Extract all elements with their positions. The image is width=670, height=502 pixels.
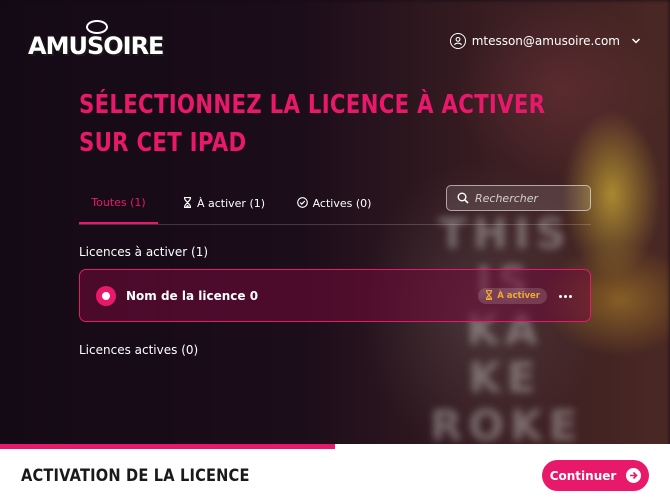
user-menu[interactable]: mtesson@amusoire.com	[449, 33, 642, 49]
user-circle-icon	[449, 33, 466, 49]
tab-to-activate-label: À activer (1)	[196, 197, 266, 210]
footer-title: ACTIVATION DE LA LICENCE	[21, 465, 250, 486]
logo-text: AMUSOIRE	[28, 32, 164, 60]
search-icon	[457, 189, 469, 208]
active-licenses-heading: Licences actives (0)	[79, 343, 199, 357]
hourglass-icon	[485, 289, 493, 303]
tab-active-licenses[interactable]: Actives (0)	[294, 183, 374, 224]
license-radio-selected[interactable]	[96, 285, 116, 306]
status-badge: À activer	[478, 288, 547, 304]
tab-all-label: Toutes (1)	[91, 196, 146, 209]
continue-button[interactable]: Continuer	[542, 460, 649, 491]
license-name: Nom de la licence 0	[126, 288, 259, 303]
footer-bar: ACTIVATION DE LA LICENCE Continuer	[0, 449, 670, 502]
continue-button-label: Continuer	[549, 468, 617, 483]
pending-licenses-heading: Licences à activer (1)	[79, 245, 209, 259]
chevron-down-icon	[630, 35, 642, 47]
more-options-icon[interactable]	[556, 287, 574, 305]
arrow-right-circle-icon	[626, 468, 642, 483]
tab-all[interactable]: Toutes (1)	[79, 183, 158, 224]
check-circle-icon	[296, 196, 308, 211]
page-title: SÉLECTIONNEZ LA LICENCE À ACTIVER SUR CE…	[79, 90, 546, 158]
search-input[interactable]	[475, 191, 585, 205]
license-card[interactable]: Nom de la licence 0 À activer	[79, 269, 591, 322]
search-box[interactable]	[446, 185, 591, 211]
tab-active-label: Actives (0)	[312, 197, 372, 210]
amusoire-logo: AMUSOIRE	[28, 20, 164, 66]
status-badge-label: À activer	[497, 291, 540, 301]
logo-decoration	[86, 20, 108, 34]
user-email: mtesson@amusoire.com	[471, 34, 620, 48]
tab-to-activate[interactable]: À activer (1)	[179, 183, 269, 224]
hourglass-icon	[183, 196, 192, 211]
